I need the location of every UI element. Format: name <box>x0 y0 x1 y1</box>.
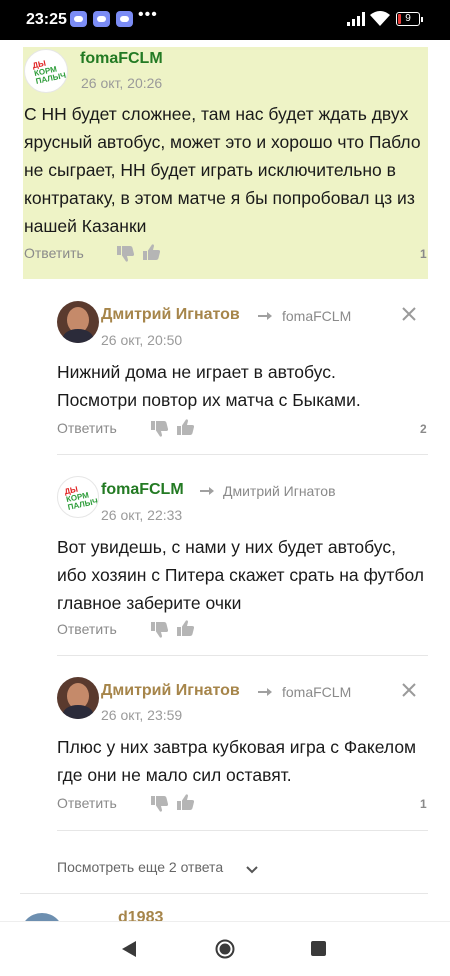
reply-button[interactable]: Ответить <box>57 795 117 811</box>
thumb-up-icon[interactable] <box>176 419 194 436</box>
discord-notification-icon <box>116 11 133 27</box>
avatar[interactable]: ДЫ КОРМ ПАЛЫЧ <box>24 49 68 93</box>
divider <box>57 830 428 831</box>
avatar[interactable] <box>57 677 99 719</box>
thumb-up-icon[interactable] <box>142 244 160 261</box>
discord-notification-icon <box>70 11 87 27</box>
reply-arrow-icon <box>258 688 272 696</box>
home-icon[interactable] <box>215 939 235 959</box>
reply-button[interactable]: Ответить <box>24 245 84 261</box>
reply-button[interactable]: Ответить <box>57 621 117 637</box>
status-bar: 23:25 ••• 9 <box>0 0 450 40</box>
comment-score: 1 <box>420 247 427 261</box>
thumb-down-icon[interactable] <box>150 420 168 437</box>
avatar-logo: ДЫ КОРМ ПАЛЫЧ <box>63 484 99 512</box>
reply-arrow-icon <box>258 312 272 320</box>
comment-score: 1 <box>420 797 427 811</box>
divider <box>57 454 428 455</box>
comment-author[interactable]: Дмитрий Игнатов <box>101 306 240 324</box>
chevron-down-icon[interactable] <box>246 866 258 874</box>
avatar[interactable]: ДЫ КОРМ ПАЛЫЧ <box>57 476 99 518</box>
comment-text: Нижний дома не играет в автобус. Посмотр… <box>57 362 361 410</box>
comment-author[interactable]: fomaFCLM <box>80 50 163 68</box>
close-icon[interactable] <box>402 307 416 321</box>
system-nav-bar <box>0 921 450 976</box>
comment-author[interactable]: Дмитрий Игнатов <box>101 682 240 700</box>
comment-date: 26 окт, 20:26 <box>81 75 163 91</box>
comment-text: Плюс у них завтра кубковая игра с Факело… <box>57 737 417 785</box>
comment-score: 2 <box>420 422 427 436</box>
show-more-replies-link[interactable]: Посмотреть еще 2 ответа <box>57 859 223 875</box>
status-time: 23:25 <box>26 11 67 28</box>
thumb-down-icon[interactable] <box>116 245 134 262</box>
comment-text: Вот увидешь, с нами у них будет автобус,… <box>57 537 425 613</box>
comment-date: 26 окт, 23:59 <box>101 707 183 723</box>
wifi-icon <box>370 11 390 26</box>
comment-text: С НН будет сложнее, там нас будет ждать … <box>24 104 421 236</box>
close-icon[interactable] <box>402 683 416 697</box>
divider <box>20 893 428 894</box>
thumb-up-icon[interactable] <box>176 794 194 811</box>
comment-author[interactable]: fomaFCLM <box>101 481 184 499</box>
reply-button[interactable]: Ответить <box>57 420 117 436</box>
recents-icon[interactable] <box>311 941 326 956</box>
discord-notification-icon <box>93 11 110 27</box>
reply-arrow-icon <box>200 487 214 495</box>
comment-date: 26 окт, 22:33 <box>101 507 183 523</box>
reply-to-user[interactable]: fomaFCLM <box>282 684 351 700</box>
avatar[interactable] <box>57 301 99 343</box>
reply-to-user[interactable]: Дмитрий Игнатов <box>223 483 336 499</box>
thumb-down-icon[interactable] <box>150 795 168 812</box>
battery-level: 9 <box>405 13 411 24</box>
thumb-up-icon[interactable] <box>176 620 194 637</box>
avatar-logo: ДЫ КОРМ ПАЛЫЧ <box>31 58 67 86</box>
more-notifications-icon: ••• <box>138 6 158 23</box>
signal-icon <box>347 12 365 26</box>
divider <box>57 655 428 656</box>
battery-icon: 9 <box>396 12 423 26</box>
reply-to-user[interactable]: fomaFCLM <box>282 308 351 324</box>
thumb-down-icon[interactable] <box>150 621 168 638</box>
back-icon[interactable] <box>121 940 137 958</box>
comment-date: 26 окт, 20:50 <box>101 332 183 348</box>
